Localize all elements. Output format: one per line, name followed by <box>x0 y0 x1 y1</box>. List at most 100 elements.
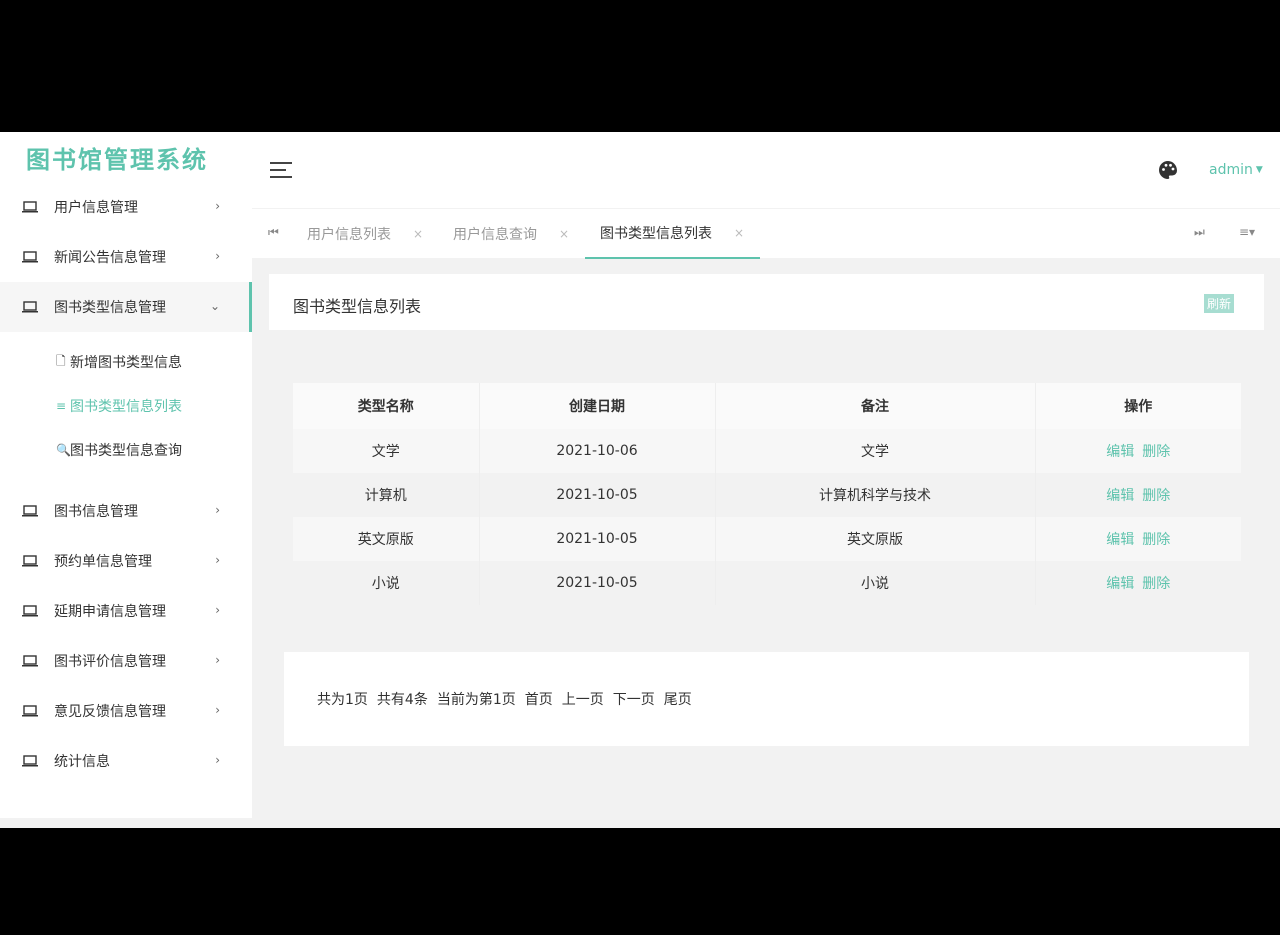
cell-name: 英文原版 <box>293 517 480 561</box>
edit-link[interactable]: 编辑 <box>1106 488 1134 504</box>
tab-user-list[interactable]: 用户信息列表 × <box>307 209 423 259</box>
book-type-table: 类型名称 创建日期 备注 操作 文学 2021-10-06 文学 编辑 删除 计算… <box>293 383 1241 605</box>
tab-close-icon[interactable]: × <box>413 227 423 241</box>
laptop-icon <box>22 201 38 213</box>
table-header-row: 类型名称 创建日期 备注 操作 <box>293 383 1241 429</box>
pager-prev-link[interactable]: 上一页 <box>562 689 604 709</box>
cell-date: 2021-10-05 <box>479 473 716 517</box>
edit-link[interactable]: 编辑 <box>1106 444 1134 460</box>
sidebar-item-statistics[interactable]: 统计信息 › <box>0 736 252 786</box>
sidebar-item-label: 图书信息管理 <box>54 504 138 520</box>
sidebar: 图书馆管理系统 用户信息管理 › 新闻公告信息管理 › 图书类型信息管理 ⌄ 🗋… <box>0 132 252 818</box>
sidebar-item-reservation[interactable]: 预约单信息管理 › <box>0 536 252 586</box>
user-menu[interactable]: admin ▼ <box>1209 162 1263 178</box>
delete-link[interactable]: 删除 <box>1142 532 1170 548</box>
cell-note: 计算机科学与技术 <box>715 473 1036 517</box>
delete-link[interactable]: 删除 <box>1142 576 1170 592</box>
tab-scroll-right-icon[interactable]: ⏭ <box>1194 225 1205 240</box>
sidebar-item-feedback[interactable]: 意见反馈信息管理 › <box>0 686 252 736</box>
table-row: 英文原版 2021-10-05 英文原版 编辑 删除 <box>293 517 1241 561</box>
chevron-right-icon: › <box>215 703 220 717</box>
user-name: admin <box>1209 162 1253 178</box>
sidebar-item-extension[interactable]: 延期申请信息管理 › <box>0 586 252 636</box>
tab-label: 用户信息列表 <box>307 227 391 243</box>
cell-name: 文学 <box>293 429 480 473</box>
table-row: 文学 2021-10-06 文学 编辑 删除 <box>293 429 1241 473</box>
tab-close-icon[interactable]: × <box>734 226 744 240</box>
cell-actions: 编辑 删除 <box>1035 517 1241 561</box>
sidebar-submenu-container: 🗋 新增图书类型信息 ≡ 图书类型信息列表 🔍 图书类型信息查询 <box>0 332 252 486</box>
delete-link[interactable]: 删除 <box>1142 444 1170 460</box>
cell-note: 小说 <box>715 561 1036 605</box>
tab-label: 用户信息查询 <box>453 227 537 243</box>
sidebar-menu: 用户信息管理 › 新闻公告信息管理 › 图书类型信息管理 ⌄ 🗋 新增图书类型信… <box>0 182 252 786</box>
sidebar-item-label: 新闻公告信息管理 <box>54 250 166 266</box>
refresh-button[interactable]: 刷新 <box>1203 294 1234 313</box>
submenu-item-book-type-search[interactable]: 🔍 图书类型信息查询 <box>0 428 252 472</box>
sidebar-item-label: 图书评价信息管理 <box>54 654 166 670</box>
pager-total-items: 共有4条 <box>376 692 428 708</box>
submenu-item-add-book-type[interactable]: 🗋 新增图书类型信息 <box>0 340 252 384</box>
sidebar-item-book-info[interactable]: 图书信息管理 › <box>0 486 252 536</box>
column-header-name: 类型名称 <box>293 383 480 429</box>
sidebar-item-label: 延期申请信息管理 <box>54 604 166 620</box>
pager-total-pages: 共为1页 <box>317 692 368 708</box>
tabs-bar: ⏮ 用户信息列表 × 用户信息查询 × 图书类型信息列表 × ⏭ ≡▾ <box>252 208 1280 259</box>
menu-toggle-icon[interactable] <box>270 162 292 180</box>
caret-down-icon: ▼ <box>1255 165 1263 175</box>
laptop-icon <box>22 705 38 717</box>
laptop-icon <box>22 555 38 567</box>
sidebar-item-book-type[interactable]: 图书类型信息管理 ⌄ <box>0 282 252 332</box>
tab-book-type-list[interactable]: 图书类型信息列表 × <box>585 209 760 259</box>
chevron-right-icon: › <box>215 503 220 517</box>
app-window: 图书馆管理系统 用户信息管理 › 新闻公告信息管理 › 图书类型信息管理 ⌄ 🗋… <box>0 132 1280 828</box>
laptop-icon <box>22 505 38 517</box>
sidebar-item-label: 图书类型信息管理 <box>54 300 166 316</box>
pager-first-link[interactable]: 首页 <box>525 689 553 709</box>
page-title: 图书类型信息列表 <box>293 297 422 316</box>
cell-actions: 编辑 删除 <box>1035 561 1241 605</box>
sidebar-item-review[interactable]: 图书评价信息管理 › <box>0 636 252 686</box>
chevron-right-icon: › <box>215 603 220 617</box>
submenu-item-label: 新增图书类型信息 <box>70 355 182 371</box>
delete-link[interactable]: 删除 <box>1142 488 1170 504</box>
pagination: 共为1页 共有4条 当前为第1页 首页 上一页 下一页 尾页 <box>317 689 692 709</box>
cell-name: 小说 <box>293 561 480 605</box>
submenu-item-label: 图书类型信息查询 <box>70 443 182 459</box>
chevron-right-icon: › <box>215 553 220 567</box>
sidebar-item-user-info[interactable]: 用户信息管理 › <box>0 182 252 232</box>
chevron-right-icon: › <box>215 249 220 263</box>
palette-icon[interactable] <box>1158 160 1178 180</box>
laptop-icon <box>22 605 38 617</box>
cell-note: 文学 <box>715 429 1036 473</box>
edit-link[interactable]: 编辑 <box>1106 576 1134 592</box>
tab-scroll-left-icon[interactable]: ⏮ <box>268 225 279 240</box>
tab-label: 图书类型信息列表 <box>600 226 712 242</box>
page-header-card: 图书类型信息列表 刷新 <box>269 274 1264 330</box>
sidebar-item-label: 意见反馈信息管理 <box>54 704 166 720</box>
tab-close-icon[interactable]: × <box>559 227 569 241</box>
top-header: admin ▼ <box>252 132 1280 208</box>
cell-date: 2021-10-05 <box>479 517 716 561</box>
pager-next-link[interactable]: 下一页 <box>613 689 655 709</box>
submenu-item-book-type-list[interactable]: ≡ 图书类型信息列表 <box>0 384 252 428</box>
list-icon: ≡ <box>56 399 67 413</box>
sidebar-item-label: 统计信息 <box>54 754 110 770</box>
sidebar-item-news[interactable]: 新闻公告信息管理 › <box>0 232 252 282</box>
edit-link[interactable]: 编辑 <box>1106 532 1134 548</box>
pager-last-link[interactable]: 尾页 <box>664 689 692 709</box>
cell-date: 2021-10-06 <box>479 429 716 473</box>
cell-actions: 编辑 删除 <box>1035 473 1241 517</box>
table-row: 计算机 2021-10-05 计算机科学与技术 编辑 删除 <box>293 473 1241 517</box>
laptop-icon <box>22 301 38 313</box>
sidebar-submenu: 🗋 新增图书类型信息 ≡ 图书类型信息列表 🔍 图书类型信息查询 <box>0 332 252 486</box>
cell-note: 英文原版 <box>715 517 1036 561</box>
app-logo-title: 图书馆管理系统 <box>26 145 208 174</box>
cell-name: 计算机 <box>293 473 480 517</box>
chevron-down-icon: ⌄ <box>209 299 220 313</box>
cell-date: 2021-10-05 <box>479 561 716 605</box>
search-icon: 🔍 <box>56 443 71 457</box>
tab-menu-icon[interactable]: ≡▾ <box>1239 225 1255 239</box>
column-header-actions: 操作 <box>1035 383 1241 429</box>
tab-user-search[interactable]: 用户信息查询 × <box>453 209 569 259</box>
